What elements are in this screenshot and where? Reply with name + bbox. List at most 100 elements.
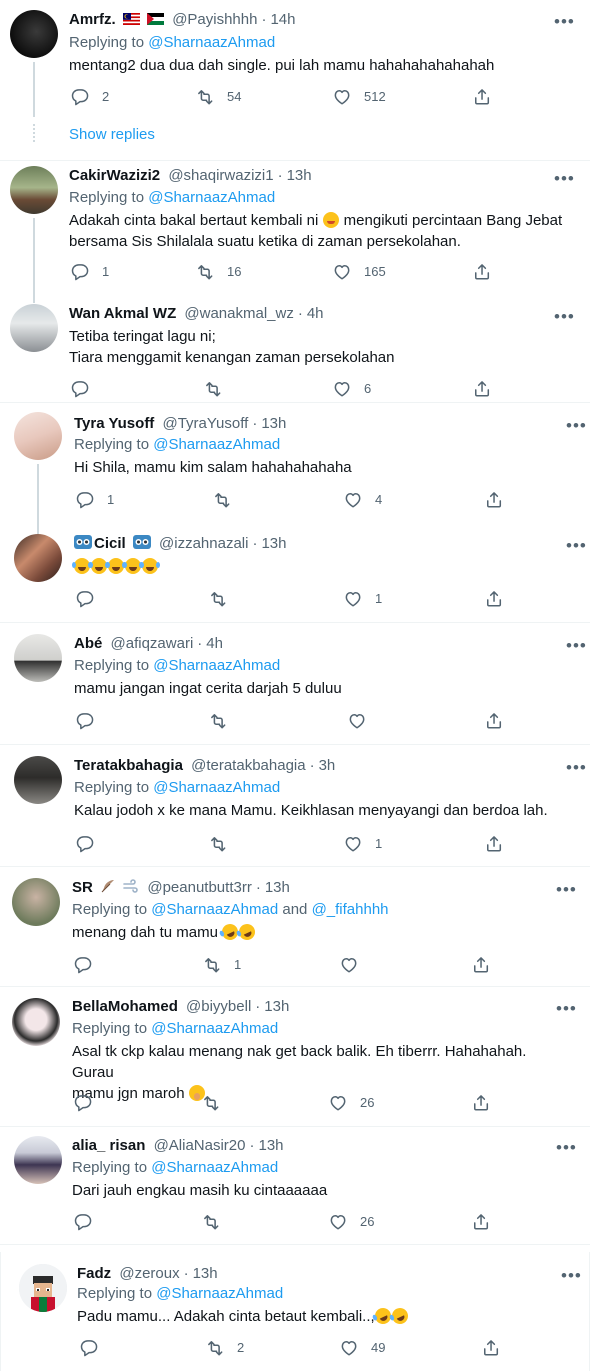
- tweet[interactable]: Fadz @zeroux · 13h ••• Replying to @Sharna…: [0, 1252, 590, 1371]
- tweet[interactable]: BellaMohamed @biyybell · 13h ••• Replying …: [0, 986, 590, 1127]
- handle[interactable]: @afiqzawari: [111, 635, 194, 652]
- timestamp[interactable]: 13h: [259, 1137, 284, 1154]
- display-name[interactable]: Teratakbahagia: [74, 757, 183, 774]
- share-button[interactable]: [484, 834, 503, 853]
- display-name[interactable]: alia_ risan: [72, 1137, 145, 1154]
- mention-link[interactable]: @SharnaazAhmad: [151, 1159, 278, 1176]
- mention-link[interactable]: @SharnaazAhmad: [156, 1285, 283, 1302]
- more-icon[interactable]: •••: [556, 1139, 577, 1156]
- retweet-button[interactable]: [208, 589, 227, 608]
- reply-button[interactable]: [73, 1212, 92, 1231]
- tweet[interactable]: Teratakbahagia @teratakbahagia · 3h ••• Re…: [0, 744, 590, 867]
- retweet-button[interactable]: 54: [195, 87, 241, 106]
- more-icon[interactable]: •••: [556, 881, 577, 898]
- retweet-button[interactable]: [203, 379, 222, 398]
- reply-button[interactable]: [70, 379, 89, 398]
- display-name[interactable]: Abé: [74, 635, 102, 652]
- timestamp[interactable]: 4h: [307, 305, 324, 322]
- display-name[interactable]: Fadz: [77, 1265, 111, 1282]
- like-button[interactable]: 26: [328, 1212, 374, 1231]
- avatar[interactable]: [10, 166, 58, 214]
- reply-button[interactable]: [73, 955, 92, 974]
- handle[interactable]: @izzahnazali: [159, 535, 248, 552]
- tweet[interactable]: SR @peanutbutt3rr · 13h ••• Replying to @S…: [0, 866, 590, 987]
- handle[interactable]: @TyraYusoff: [162, 415, 248, 432]
- like-button[interactable]: [339, 955, 358, 974]
- handle[interactable]: @teratakbahagia: [191, 757, 305, 774]
- timestamp[interactable]: 13h: [287, 167, 312, 184]
- tweet[interactable]: Amrfz. @Payishhhh · 14h ••• Replying to @S…: [0, 0, 590, 161]
- like-button[interactable]: [347, 711, 366, 730]
- timestamp[interactable]: 14h: [270, 11, 295, 28]
- mention-link[interactable]: @SharnaazAhmad: [148, 34, 275, 51]
- like-button[interactable]: 4: [343, 490, 382, 509]
- retweet-button[interactable]: [212, 490, 231, 509]
- mention-link[interactable]: @SharnaazAhmad: [153, 779, 280, 796]
- like-button[interactable]: 512: [332, 87, 386, 106]
- timestamp[interactable]: 13h: [265, 879, 290, 896]
- more-icon[interactable]: •••: [554, 170, 575, 187]
- handle[interactable]: @zeroux: [119, 1265, 179, 1282]
- share-button[interactable]: [472, 262, 491, 281]
- avatar[interactable]: [12, 998, 60, 1046]
- display-name[interactable]: CakirWazizi2: [69, 167, 160, 184]
- more-icon[interactable]: •••: [566, 537, 587, 554]
- retweet-button[interactable]: [208, 711, 227, 730]
- handle[interactable]: @biyybell: [186, 998, 251, 1015]
- avatar[interactable]: [10, 10, 58, 58]
- like-button[interactable]: 165: [332, 262, 386, 281]
- display-name[interactable]: SR: [72, 879, 93, 896]
- handle[interactable]: @peanutbutt3rr: [147, 879, 251, 896]
- like-button[interactable]: 1: [343, 834, 382, 853]
- avatar[interactable]: [12, 878, 60, 926]
- handle[interactable]: @shaqirwazizi1: [168, 167, 273, 184]
- show-replies-link[interactable]: Show replies: [69, 126, 155, 143]
- share-button[interactable]: [484, 711, 503, 730]
- timestamp[interactable]: 13h: [261, 415, 286, 432]
- share-button[interactable]: [472, 87, 491, 106]
- mention-link[interactable]: @SharnaazAhmad: [153, 657, 280, 674]
- mention-link[interactable]: @SharnaazAhmad: [151, 1020, 278, 1037]
- like-button[interactable]: 6: [332, 379, 371, 398]
- mention-link[interactable]: @SharnaazAhmad: [148, 189, 275, 206]
- tweet[interactable]: alia_ risan @AliaNasir20 · 13h ••• Replyin…: [0, 1126, 590, 1245]
- handle[interactable]: @Payishhhh: [172, 11, 257, 28]
- tweet[interactable]: CakirWazizi2 @shaqirwazizi1 · 13h ••• Repl…: [0, 160, 590, 303]
- retweet-button[interactable]: [201, 1093, 220, 1112]
- avatar[interactable]: [14, 412, 62, 460]
- tweet[interactable]: Wan Akmal WZ @wanakmal_wz · 4h ••• Tetiba …: [0, 294, 590, 403]
- reply-button[interactable]: 1: [70, 262, 109, 281]
- retweet-button[interactable]: 1: [202, 955, 241, 974]
- timestamp[interactable]: 13h: [261, 535, 286, 552]
- share-button[interactable]: [484, 490, 503, 509]
- like-button[interactable]: 1: [343, 589, 382, 608]
- retweet-button[interactable]: 2: [205, 1338, 244, 1357]
- share-button[interactable]: [471, 1093, 490, 1112]
- retweet-button[interactable]: 16: [195, 262, 241, 281]
- timestamp[interactable]: 4h: [206, 635, 223, 652]
- display-name[interactable]: Wan Akmal WZ: [69, 305, 176, 322]
- timestamp[interactable]: 13h: [264, 998, 289, 1015]
- more-icon[interactable]: •••: [566, 637, 587, 654]
- reply-button[interactable]: [73, 1093, 92, 1112]
- display-name[interactable]: Tyra Yusoff: [74, 415, 154, 432]
- timestamp[interactable]: 13h: [193, 1265, 218, 1282]
- avatar[interactable]: [14, 756, 62, 804]
- timestamp[interactable]: 3h: [319, 757, 336, 774]
- handle[interactable]: @wanakmal_wz: [184, 305, 293, 322]
- mention-link[interactable]: @SharnaazAhmad: [151, 901, 278, 918]
- reply-button[interactable]: [79, 1338, 98, 1357]
- more-icon[interactable]: •••: [556, 1000, 577, 1017]
- avatar[interactable]: [14, 534, 62, 582]
- more-icon[interactable]: •••: [566, 759, 587, 776]
- like-button[interactable]: 49: [339, 1338, 385, 1357]
- avatar[interactable]: [14, 1136, 62, 1184]
- mention-link[interactable]: @_fifahhhh: [312, 901, 389, 918]
- reply-button[interactable]: [75, 834, 94, 853]
- handle[interactable]: @AliaNasir20: [154, 1137, 246, 1154]
- reply-button[interactable]: 1: [75, 490, 114, 509]
- avatar[interactable]: [19, 1264, 67, 1312]
- display-name[interactable]: Cicil: [94, 535, 126, 552]
- share-button[interactable]: [471, 955, 490, 974]
- share-button[interactable]: [484, 589, 503, 608]
